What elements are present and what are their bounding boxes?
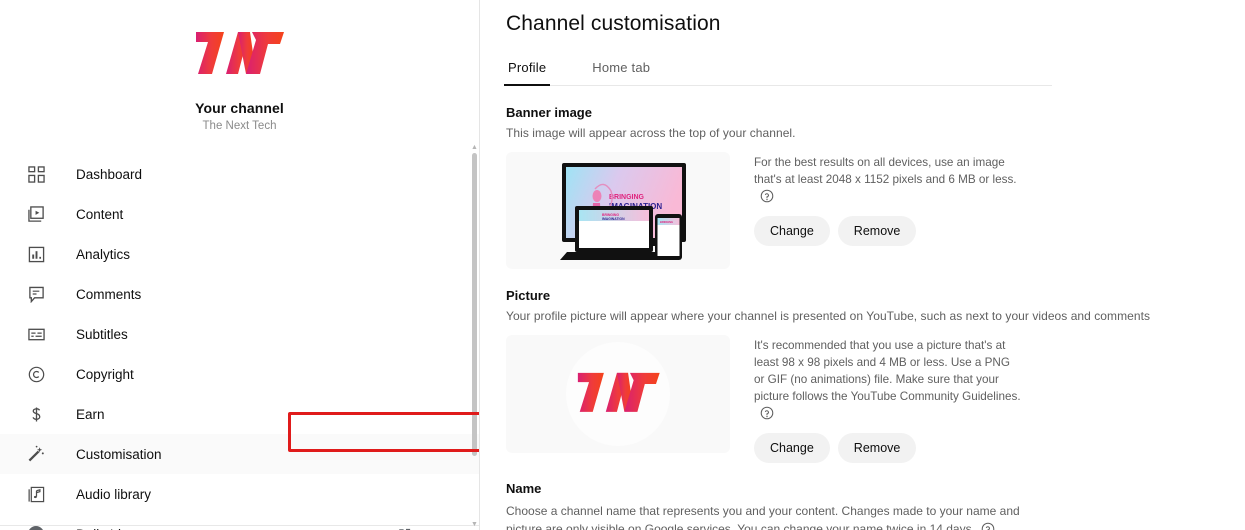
audio-library-icon xyxy=(24,482,48,506)
sidebar-item-label: Audio library xyxy=(76,486,152,502)
sidebar-item-label: Dashboard xyxy=(76,166,143,182)
scroll-up-arrow-icon[interactable]: ▲ xyxy=(470,143,479,151)
tab-home-tab[interactable]: Home tab xyxy=(590,60,652,85)
sidebar-item-analytics[interactable]: Analytics xyxy=(0,234,479,274)
picture-body: It's recommended that you use a picture … xyxy=(506,335,1245,463)
sidebar-item-label: Customisation xyxy=(76,446,162,462)
banner-change-button[interactable]: Change xyxy=(754,216,830,246)
picture-remove-button[interactable]: Remove xyxy=(837,433,917,463)
help-icon[interactable] xyxy=(760,189,774,203)
banner-info: For the best results on all devices, use… xyxy=(754,152,1022,269)
help-icon[interactable] xyxy=(981,522,995,530)
name-section: Name Choose a channel name that represen… xyxy=(506,481,1245,530)
sidebar-nav: Dashboard Content Analytics Comments Sub… xyxy=(0,154,479,530)
magic-wand-icon xyxy=(24,442,48,466)
sidebar-item-label: Subtitles xyxy=(76,326,128,342)
picture-section-description: Your profile picture will appear where y… xyxy=(506,309,1151,323)
channel-name: The Next Tech xyxy=(202,120,277,132)
svg-text:BRINGING: BRINGING xyxy=(660,220,673,224)
analytics-icon xyxy=(24,242,48,266)
page-title: Channel customisation xyxy=(506,12,721,35)
picture-recommendation: It's recommended that you use a picture … xyxy=(754,337,1022,422)
tab-bar: Profile Home tab xyxy=(503,60,1052,86)
sidebar-item-label: Comments xyxy=(76,286,142,302)
svg-text:BRINGING: BRINGING xyxy=(609,194,645,201)
sidebar-item-label: Copyright xyxy=(76,366,134,382)
sidebar-item-label: Daily Ideas xyxy=(76,527,143,530)
sidebar-item-comments[interactable]: Comments xyxy=(0,274,479,314)
sidebar-item-customisation[interactable]: Customisation xyxy=(0,434,479,474)
banner-preview[interactable]: BRINGING IMAGINATION TO LIFE xyxy=(506,152,730,269)
channel-header: Your channel The Next Tech xyxy=(0,0,479,132)
name-section-title: Name xyxy=(506,481,542,496)
tab-profile[interactable]: Profile xyxy=(503,60,551,86)
name-section-description: Choose a channel name that represents yo… xyxy=(506,502,1054,530)
content-icon xyxy=(24,202,48,226)
profile-picture-preview-icon xyxy=(566,342,670,446)
sidebar-item-label: Content xyxy=(76,206,124,222)
banner-section-title: Banner image xyxy=(506,105,592,120)
sidebar-item-audio-library[interactable]: Audio library xyxy=(0,474,479,514)
help-icon[interactable] xyxy=(760,406,774,420)
channel-label: Your channel xyxy=(195,100,284,116)
banner-actions: Change Remove xyxy=(754,216,1022,246)
channel-avatar xyxy=(0,22,479,84)
sidebar-item-daily-ideas[interactable]: Daily Ideas xyxy=(0,514,479,530)
daily-ideas-icon xyxy=(24,522,48,530)
picture-preview[interactable] xyxy=(506,335,730,453)
dashboard-icon xyxy=(24,162,48,186)
picture-actions: Change Remove xyxy=(754,433,1022,463)
sidebar-item-subtitles[interactable]: Subtitles xyxy=(0,314,479,354)
youtube-studio-window: Your channel The Next Tech Dashboard Con… xyxy=(0,0,1245,530)
banner-body: BRINGING IMAGINATION TO LIFE xyxy=(506,152,1245,269)
svg-text:IMAGINATION: IMAGINATION xyxy=(602,217,625,221)
sidebar-item-dashboard[interactable]: Dashboard xyxy=(0,154,479,194)
scrollbar-thumb[interactable] xyxy=(472,153,477,456)
sidebar-scrollbar[interactable]: ▲ ▼ xyxy=(470,143,479,528)
scroll-down-arrow-icon[interactable]: ▼ xyxy=(470,520,479,528)
picture-section-title: Picture xyxy=(506,288,551,303)
tnt-logo-icon xyxy=(195,32,284,74)
banner-image-section: Banner image This image will appear acro… xyxy=(506,105,1245,269)
banner-section-description: This image will appear across the top of… xyxy=(506,126,796,140)
sidebar-item-label: Earn xyxy=(76,406,105,422)
sidebar-item-earn[interactable]: Earn xyxy=(0,394,479,434)
banner-remove-button[interactable]: Remove xyxy=(837,216,917,246)
copyright-icon xyxy=(24,362,48,386)
picture-change-button[interactable]: Change xyxy=(754,433,830,463)
sidebar: Your channel The Next Tech Dashboard Con… xyxy=(0,0,480,530)
sidebar-item-content[interactable]: Content xyxy=(0,194,479,234)
picture-info: It's recommended that you use a picture … xyxy=(754,335,1022,463)
sidebar-divider xyxy=(0,525,479,526)
banner-devices-preview-icon: BRINGING IMAGINATION TO LIFE xyxy=(560,162,686,260)
comments-icon xyxy=(24,282,48,306)
sidebar-item-label: Analytics xyxy=(76,246,131,262)
sidebar-item-copyright[interactable]: Copyright xyxy=(0,354,479,394)
banner-recommendation: For the best results on all devices, use… xyxy=(754,154,1022,205)
earn-dollar-icon xyxy=(24,402,48,426)
picture-section: Picture Your profile picture will appear… xyxy=(506,288,1245,463)
main-content: Channel customisation Profile Home tab B… xyxy=(480,0,1245,530)
subtitles-icon xyxy=(24,322,48,346)
